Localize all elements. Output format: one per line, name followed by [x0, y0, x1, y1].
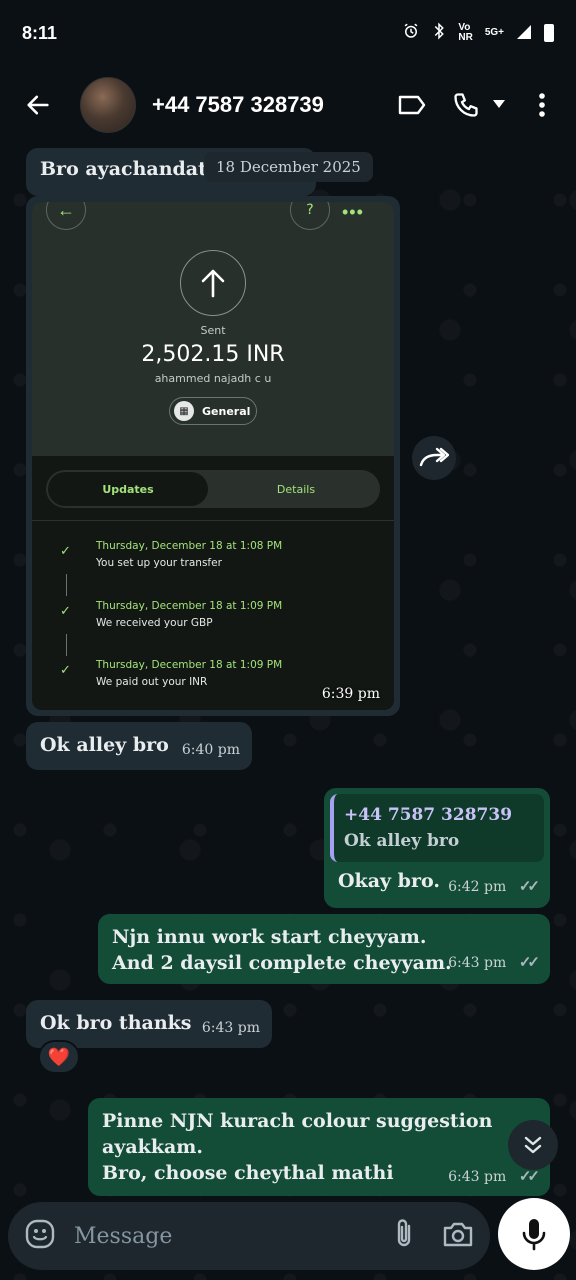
check-icon: ✓	[60, 604, 71, 619]
attach-icon[interactable]	[392, 1218, 416, 1255]
dropdown-icon[interactable]	[492, 96, 506, 114]
transfer-screenshot: ← ? ••• Sent 2,502.15 INR ahammed najadh…	[32, 202, 394, 710]
message-bubble-incoming[interactable]: Ok alley bro 6:40 pm	[26, 722, 252, 770]
segmented-tabs: Updates Details	[46, 470, 380, 508]
check-icon: ✓	[60, 544, 71, 559]
network-type-label: 5G+	[484, 27, 504, 38]
tab-details: Details	[276, 482, 316, 496]
reply-text: Ok alley bro	[344, 831, 460, 851]
message-text: Okay bro.	[338, 870, 440, 892]
read-ticks-icon: ✓✓	[518, 953, 540, 971]
message-time: 6:42 pm	[448, 879, 507, 895]
check-icon: ✓	[60, 663, 71, 678]
status-icons: Vo NR 5G+	[402, 21, 554, 45]
scroll-to-bottom-button[interactable]	[508, 1120, 558, 1170]
timeline-connector	[66, 574, 67, 596]
tab-updates: Updates	[48, 472, 208, 506]
category-label: General	[202, 404, 251, 418]
message-time: 6:43 pm	[448, 1169, 507, 1185]
header-actions	[394, 87, 560, 123]
message-time: 6:43 pm	[448, 955, 507, 971]
timeline-connector	[66, 634, 67, 656]
status-time: 8:11	[22, 22, 58, 43]
reply-quote[interactable]: +44 7587 328739 Ok alley bro	[330, 794, 544, 862]
message-input-bar	[8, 1202, 490, 1270]
message-time: 6:43 pm	[201, 1020, 260, 1036]
back-arrow-icon[interactable]	[16, 83, 60, 127]
message-text: Bro ayachandatt	[40, 158, 216, 180]
image-message[interactable]: ← ? ••• Sent 2,502.15 INR ahammed najadh…	[26, 196, 400, 716]
message-bubble-outgoing[interactable]: +44 7587 328739 Ok alley bro Okay bro. 6…	[324, 788, 550, 908]
date-chip: 18 December 2025	[204, 152, 373, 182]
status-bar: 8:11 Vo NR 5G+	[0, 0, 576, 66]
message-time: 6:39 pm	[321, 686, 380, 702]
grid-icon: ▦	[174, 401, 194, 421]
message-text-line: Njn innu work start cheyyam.	[112, 926, 427, 948]
transfer-status: Sent	[200, 324, 226, 337]
label-icon[interactable]	[394, 87, 430, 123]
category-pill: ▦ General	[169, 397, 257, 425]
heart-reaction-icon[interactable]: ❤️	[38, 1040, 80, 1074]
battery-icon	[544, 24, 554, 42]
help-icon: ?	[290, 202, 330, 230]
back-arrow-icon: ←	[46, 202, 86, 230]
message-text-line: Pinne NJN kurach colour suggestion	[102, 1110, 493, 1132]
more-vert-icon[interactable]	[524, 87, 560, 123]
transfer-recipient: ahammed najadh c u	[154, 372, 272, 385]
read-ticks-icon: ✓✓	[518, 877, 540, 895]
divider	[32, 520, 394, 521]
message-time: 6:40 pm	[181, 742, 240, 758]
message-input[interactable]	[74, 1223, 392, 1249]
chat-area[interactable]: Bro ayachandatt 18 December 2025 ← ? •••…	[0, 144, 576, 1196]
signal-icon	[516, 24, 532, 43]
camera-icon[interactable]	[442, 1220, 474, 1253]
phone-icon[interactable]	[448, 87, 484, 123]
message-text-line: ayakkam.	[102, 1136, 204, 1158]
forward-button[interactable]	[412, 436, 456, 480]
alarm-icon	[402, 22, 420, 45]
mic-button[interactable]	[498, 1198, 570, 1270]
message-text: Ok alley bro	[40, 734, 169, 756]
more-horiz-icon: •••	[342, 202, 364, 222]
message-bubble-outgoing[interactable]: Pinne NJN kurach colour suggestion ayakk…	[88, 1098, 550, 1196]
transfer-amount: 2,502.15 INR	[141, 342, 285, 367]
contact-name[interactable]: +44 7587 328739	[152, 92, 394, 118]
contact-avatar[interactable]	[80, 77, 136, 133]
emoji-sticker-icon[interactable]	[24, 1218, 56, 1255]
message-text: Ok bro thanks	[40, 1012, 192, 1034]
message-bubble-outgoing[interactable]: Njn innu work start cheyyam. And 2 daysi…	[98, 914, 550, 984]
chat-header: +44 7587 328739	[0, 66, 576, 144]
reply-sender: +44 7587 328739	[344, 805, 513, 825]
bluetooth-icon	[432, 21, 446, 45]
volte-icon: Vo NR	[458, 22, 473, 43]
up-arrow-icon	[180, 250, 246, 316]
mic-icon	[522, 1219, 546, 1251]
